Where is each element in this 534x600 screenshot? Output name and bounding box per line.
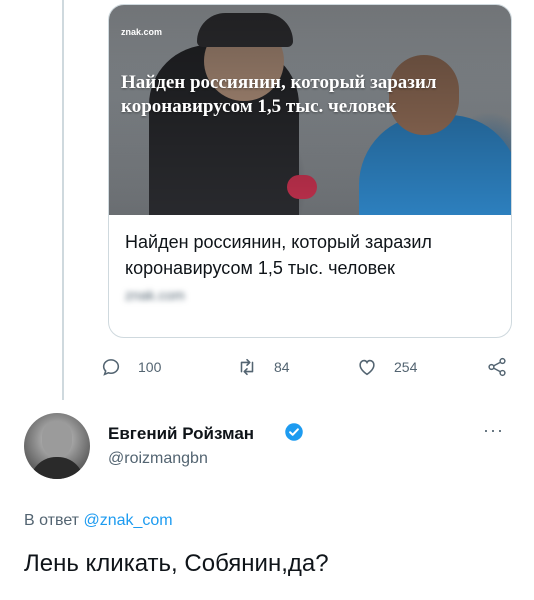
reply-context: В ответ @znak_com <box>24 512 173 530</box>
more-options-icon[interactable]: ··· <box>483 420 504 441</box>
source-logo: znak.com <box>121 27 163 37</box>
avatar-head <box>42 421 72 457</box>
share-icon <box>488 357 506 377</box>
link-preview-card[interactable]: znak.com Найден россиянин, который зараз… <box>108 4 512 338</box>
like-button[interactable]: 254 <box>356 356 417 378</box>
tweet-actions-bar: 100 84 254 <box>100 356 520 380</box>
reply-to-link[interactable]: @znak_com <box>83 512 172 529</box>
reply-count: 100 <box>138 359 162 375</box>
verified-badge-icon <box>285 423 303 441</box>
heart-icon <box>359 359 375 376</box>
link-preview-image[interactable]: znak.com Найден россиянин, который зараз… <box>109 5 511 215</box>
author-avatar[interactable] <box>24 413 90 479</box>
reply-prefix: В ответ <box>24 512 84 529</box>
author-handle[interactable]: @roizmangbn <box>108 450 208 468</box>
reply-icon <box>102 359 120 376</box>
image-headline: Найден россиянин, который заразил корона… <box>121 72 437 117</box>
avatar-body <box>30 457 84 479</box>
tweet-text: Лень кликать, Собянин,да? <box>24 550 329 577</box>
link-preview-body: Найден россиянин, который заразил корона… <box>109 215 511 305</box>
thread-connector-line <box>62 0 64 400</box>
retweet-button[interactable]: 84 <box>236 356 290 378</box>
retweet-count: 84 <box>274 359 290 375</box>
author-name[interactable]: Евгений Ройзман <box>108 424 254 444</box>
retweet-icon <box>240 358 254 376</box>
like-count: 254 <box>394 359 418 375</box>
share-button[interactable] <box>486 356 524 378</box>
link-preview-title[interactable]: Найден россиянин, который заразил корона… <box>125 229 495 281</box>
reply-button[interactable]: 100 <box>100 356 161 378</box>
link-preview-domain: znak.com <box>125 287 185 303</box>
